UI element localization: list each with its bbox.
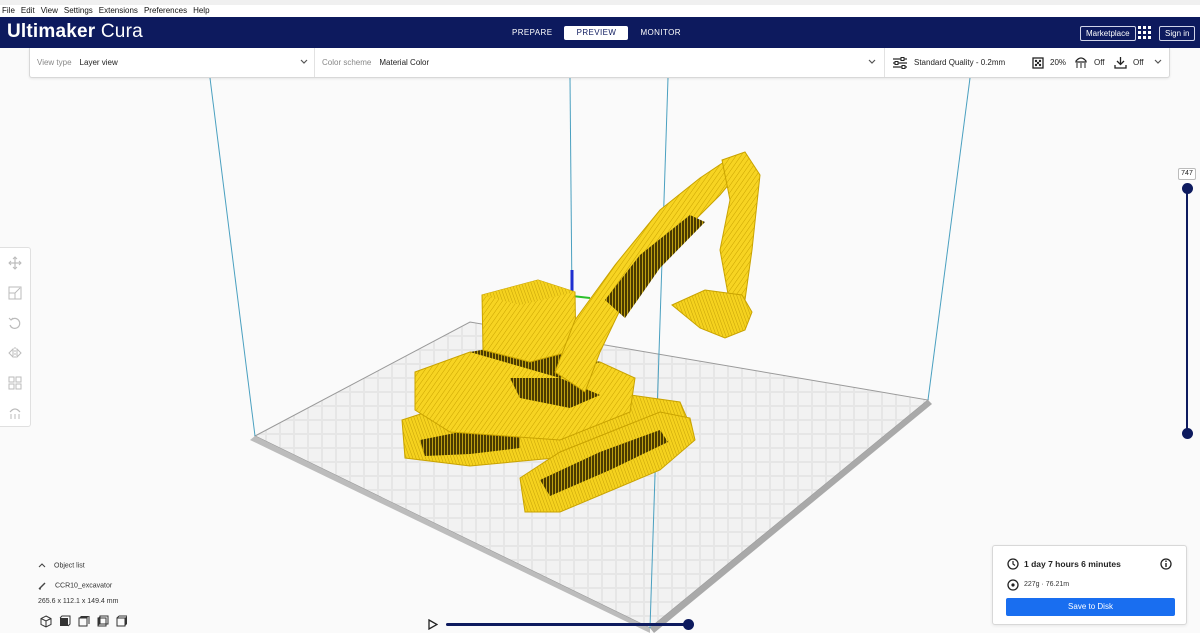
view-top-icon[interactable] <box>78 615 90 628</box>
chevron-up-icon <box>38 563 46 568</box>
object-dimensions: 265.6 x 112.1 x 149.4 mm <box>38 598 119 605</box>
adhesion-value: Off <box>1133 58 1144 67</box>
per-model-settings-icon[interactable] <box>8 376 22 390</box>
adhesion-icon <box>1114 57 1127 69</box>
view-type-label: View type <box>37 58 72 67</box>
object-list-toggle[interactable]: Object list <box>38 562 85 569</box>
settings-bar: View type Layer view Color scheme Materi… <box>29 48 1170 78</box>
sliders-icon <box>893 56 907 69</box>
infill-indicator[interactable]: 20% <box>1032 48 1066 77</box>
play-icon[interactable] <box>428 619 438 630</box>
path-slider-handle[interactable] <box>683 619 694 630</box>
brand-name: Ultimaker <box>7 21 96 42</box>
color-scheme-label: Color scheme <box>322 58 372 67</box>
simulation-view-bar <box>428 618 698 630</box>
menu-preferences[interactable]: Preferences <box>141 5 190 17</box>
layer-slider-lower-handle[interactable] <box>1182 428 1193 439</box>
brand-product: Cura <box>95 21 143 42</box>
material-usage: 227g · 76.21m <box>1024 581 1070 588</box>
color-scheme-chevron-icon[interactable] <box>867 56 877 66</box>
menu-help[interactable]: Help <box>190 5 212 17</box>
view-type-selector[interactable]: View type Layer view <box>37 48 118 77</box>
view-right-icon[interactable] <box>116 615 128 628</box>
print-settings-button[interactable]: Standard Quality - 0.2mm <box>892 48 1005 77</box>
layer-slider-track[interactable] <box>1186 188 1188 433</box>
menu-file[interactable]: File <box>0 5 18 17</box>
divider <box>314 48 315 77</box>
menu-settings[interactable]: Settings <box>61 5 96 17</box>
object-name: CCR10_excavator <box>55 582 113 590</box>
color-scheme-selector[interactable]: Color scheme Material Color <box>322 48 429 77</box>
mirror-tool-icon[interactable] <box>8 346 22 360</box>
menu-view[interactable]: View <box>38 5 61 17</box>
object-list-title: Object list <box>54 562 85 570</box>
model-bucket <box>671 289 753 339</box>
clock-icon <box>1007 558 1019 570</box>
save-to-disk-button[interactable]: Save to Disk <box>1006 598 1175 616</box>
layer-slider-upper-handle[interactable] <box>1182 183 1193 194</box>
apps-grid-icon[interactable] <box>1138 26 1151 39</box>
model-arm <box>719 151 761 306</box>
cura-window: File Edit View Settings Extensions Prefe… <box>0 0 1200 633</box>
print-settings-chevron-icon[interactable] <box>1153 56 1163 66</box>
print-info-panel: 1 day 7 hours 6 minutes 227g · 76.21m Sa… <box>992 545 1187 625</box>
marketplace-button[interactable]: Marketplace <box>1080 26 1136 41</box>
tab-monitor[interactable]: MONITOR <box>628 26 692 40</box>
support-blocker-icon[interactable] <box>8 406 22 420</box>
view-type-chevron-icon[interactable] <box>299 56 309 66</box>
view-type-value: Layer view <box>79 58 118 67</box>
spool-icon <box>1007 579 1019 591</box>
app-logo: Ultimaker Cura <box>7 21 143 43</box>
divider <box>884 48 885 77</box>
view-3d-icon[interactable] <box>40 615 52 628</box>
volume-edge-back <box>569 77 573 301</box>
stage-tabs: PREPARE PREVIEW MONITOR <box>500 26 693 40</box>
support-icon <box>1075 57 1087 68</box>
tab-preview[interactable]: PREVIEW <box>564 26 629 40</box>
view-left-icon[interactable] <box>97 615 109 628</box>
info-icon[interactable] <box>1160 558 1172 570</box>
support-value: Off <box>1094 58 1105 67</box>
menu-extensions[interactable]: Extensions <box>96 5 141 17</box>
volume-edge-right <box>927 77 971 401</box>
quality-profile: Standard Quality - 0.2mm <box>914 58 1006 67</box>
view-front-icon[interactable] <box>59 615 71 628</box>
menu-bar: File Edit View Settings Extensions Prefe… <box>0 5 1200 17</box>
move-tool-icon[interactable] <box>8 256 22 270</box>
color-scheme-value: Material Color <box>379 58 430 67</box>
tool-panel <box>0 247 31 427</box>
volume-edge-left <box>209 77 256 437</box>
sign-in-button[interactable]: Sign in <box>1159 26 1196 41</box>
tab-prepare[interactable]: PREPARE <box>500 26 564 40</box>
infill-icon <box>1032 56 1044 69</box>
adhesion-indicator[interactable]: Off <box>1114 48 1144 77</box>
rotate-tool-icon[interactable] <box>8 316 22 330</box>
path-slider-track[interactable] <box>446 623 690 626</box>
object-list-item[interactable]: CCR10_excavator <box>38 581 112 590</box>
print-time: 1 day 7 hours 6 minutes <box>1024 559 1121 569</box>
camera-view-buttons <box>40 615 128 628</box>
scale-tool-icon[interactable] <box>8 286 22 300</box>
menu-edit[interactable]: Edit <box>18 5 38 17</box>
infill-value: 20% <box>1050 58 1067 67</box>
app-header: Ultimaker Cura PREPARE PREVIEW MONITOR M… <box>0 17 1200 48</box>
support-indicator[interactable]: Off <box>1074 48 1105 77</box>
layer-number-input[interactable]: 747 <box>1178 168 1196 180</box>
pencil-icon <box>38 582 46 590</box>
